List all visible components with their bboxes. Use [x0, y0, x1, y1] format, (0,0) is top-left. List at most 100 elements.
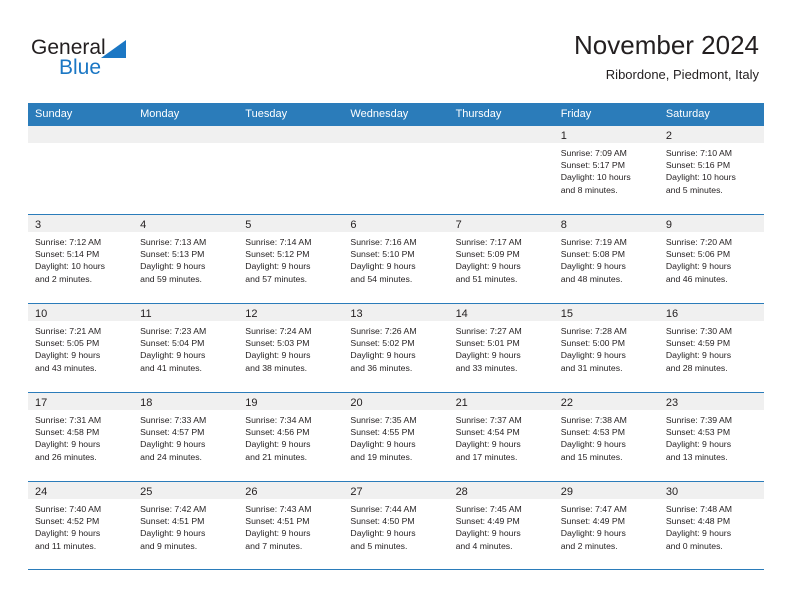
daylight-text: Daylight: 9 hours	[350, 261, 416, 272]
weekday-header-saturday: Saturday	[665, 108, 710, 120]
day-number: 3	[35, 219, 42, 231]
day-details: Sunrise: 7:43 AM Sunset: 4:51 PM Daylight:…	[238, 499, 343, 552]
day-details: Sunrise: 7:26 AM Sunset: 5:02 PM Daylight:…	[343, 321, 448, 374]
day-cell[interactable]: 20 Sunrise: 7:35 AM Sunset: 4:55 PM Dayligh…	[343, 393, 449, 481]
day-cell[interactable]: 30 Sunrise: 7:48 AM Sunset: 4:48 PM Dayligh…	[658, 482, 764, 569]
day-cell[interactable]: 11 Sunrise: 7:23 AM Sunset: 5:04 PM Dayligh…	[133, 304, 239, 392]
sunset-text: Sunset: 4:55 PM	[350, 427, 415, 438]
sunrise-text: Sunrise: 7:26 AM	[350, 326, 417, 336]
day-cell-empty	[343, 126, 449, 214]
day-number: 30	[665, 486, 679, 498]
daylight-text: Daylight: 10 hours	[560, 172, 631, 183]
daylight-text: Daylight: 9 hours	[245, 350, 311, 361]
day-cell[interactable]: 14 Sunrise: 7:27 AM Sunset: 5:01 PM Dayligh…	[448, 304, 554, 392]
sunset-text: Sunset: 4:48 PM	[665, 516, 731, 527]
weekday-header-monday: Monday	[140, 108, 180, 120]
weekday-header-tuesday: Tuesday	[245, 108, 288, 120]
daylight-text: Daylight: 9 hours	[455, 528, 521, 539]
day-cell[interactable]: 25 Sunrise: 7:42 AM Sunset: 4:51 PM Dayligh…	[133, 482, 239, 569]
day-cell[interactable]: 13 Sunrise: 7:26 AM Sunset: 5:02 PM Dayligh…	[343, 304, 449, 392]
day-number-band: 21	[448, 393, 554, 410]
day-number-band: 15	[553, 304, 659, 321]
day-details: Sunrise: 7:31 AM Sunset: 4:58 PM Daylight:…	[28, 410, 133, 463]
day-cell[interactable]: 6 Sunrise: 7:16 AM Sunset: 5:10 PM Daylight…	[343, 215, 449, 303]
daylight-text-cont: and 54 minutes.	[350, 273, 413, 284]
daylight-text-cont: and 15 minutes.	[560, 451, 623, 462]
day-cell[interactable]: 17 Sunrise: 7:31 AM Sunset: 4:58 PM Dayligh…	[28, 393, 134, 481]
sunset-text: Sunset: 4:53 PM	[665, 427, 731, 438]
day-number-band: 13	[343, 304, 449, 321]
day-cell[interactable]: 16 Sunrise: 7:30 AM Sunset: 4:59 PM Dayligh…	[658, 304, 764, 392]
daylight-text: Daylight: 9 hours	[245, 439, 311, 450]
daylight-text-cont: and 28 minutes.	[665, 362, 728, 373]
sunrise-text: Sunrise: 7:40 AM	[35, 504, 102, 514]
day-number-band: 7	[448, 215, 554, 232]
daylight-text: Daylight: 9 hours	[245, 528, 311, 539]
brand-logo[interactable]: General Blue	[31, 36, 181, 82]
day-details: Sunrise: 7:13 AM Sunset: 5:13 PM Daylight:…	[133, 232, 238, 285]
day-number-band	[133, 126, 239, 143]
day-cell[interactable]: 19 Sunrise: 7:34 AM Sunset: 4:56 PM Dayligh…	[238, 393, 344, 481]
day-cell[interactable]: 29 Sunrise: 7:47 AM Sunset: 4:49 PM Dayligh…	[553, 482, 659, 569]
sunset-text: Sunset: 5:12 PM	[245, 249, 310, 260]
day-cell[interactable]: 9 Sunrise: 7:20 AM Sunset: 5:06 PM Daylight…	[658, 215, 764, 303]
day-cell[interactable]: 15 Sunrise: 7:28 AM Sunset: 5:00 PM Dayligh…	[553, 304, 659, 392]
day-cell-empty	[133, 126, 239, 214]
daylight-text-cont: and 2 minutes.	[35, 273, 92, 284]
day-cell[interactable]: 12 Sunrise: 7:24 AM Sunset: 5:03 PM Dayligh…	[238, 304, 344, 392]
daylight-text-cont: and 8 minutes.	[560, 184, 618, 195]
day-number-band: 25	[133, 482, 239, 499]
day-details	[133, 143, 238, 147]
day-number-band: 26	[238, 482, 344, 499]
page-header: General Blue November 2024 Ribordone, Pi…	[0, 0, 792, 103]
day-cell[interactable]: 10 Sunrise: 7:21 AM Sunset: 5:05 PM Dayligh…	[28, 304, 134, 392]
day-cell[interactable]: 5 Sunrise: 7:14 AM Sunset: 5:12 PM Daylight…	[238, 215, 344, 303]
daylight-text-cont: and 4 minutes.	[455, 540, 513, 551]
day-details: Sunrise: 7:48 AM Sunset: 4:48 PM Daylight:…	[659, 499, 764, 552]
day-cell[interactable]: 26 Sunrise: 7:43 AM Sunset: 4:51 PM Dayligh…	[238, 482, 344, 569]
sunset-text: Sunset: 5:16 PM	[665, 160, 731, 171]
day-number-band	[343, 126, 449, 143]
day-cell[interactable]: 3 Sunrise: 7:12 AM Sunset: 5:14 PM Daylight…	[28, 215, 134, 303]
day-cell[interactable]: 7 Sunrise: 7:17 AM Sunset: 5:09 PM Daylight…	[448, 215, 554, 303]
sunrise-text: Sunrise: 7:27 AM	[455, 326, 522, 336]
daylight-text: Daylight: 9 hours	[140, 528, 206, 539]
day-cell[interactable]: 23 Sunrise: 7:39 AM Sunset: 4:53 PM Dayligh…	[658, 393, 764, 481]
day-number-band: 4	[133, 215, 239, 232]
day-cell[interactable]: 22 Sunrise: 7:38 AM Sunset: 4:53 PM Dayligh…	[553, 393, 659, 481]
daylight-text-cont: and 33 minutes.	[455, 362, 518, 373]
sunrise-text: Sunrise: 7:42 AM	[140, 504, 207, 514]
daylight-text: Daylight: 9 hours	[560, 528, 626, 539]
sunrise-text: Sunrise: 7:47 AM	[560, 504, 627, 514]
day-cell[interactable]: 27 Sunrise: 7:44 AM Sunset: 4:50 PM Dayligh…	[343, 482, 449, 569]
sunrise-text: Sunrise: 7:17 AM	[455, 237, 522, 247]
daylight-text: Daylight: 9 hours	[560, 261, 626, 272]
day-number-band	[238, 126, 344, 143]
day-cell[interactable]: 28 Sunrise: 7:45 AM Sunset: 4:49 PM Dayligh…	[448, 482, 554, 569]
day-cell[interactable]: 4 Sunrise: 7:13 AM Sunset: 5:13 PM Daylight…	[133, 215, 239, 303]
weekday-header-wednesday: Wednesday	[350, 108, 409, 120]
sunset-text: Sunset: 5:08 PM	[560, 249, 625, 260]
day-cell[interactable]: 21 Sunrise: 7:37 AM Sunset: 4:54 PM Dayligh…	[448, 393, 554, 481]
sunrise-text: Sunrise: 7:39 AM	[665, 415, 733, 425]
day-number-band: 18	[133, 393, 239, 410]
day-details: Sunrise: 7:37 AM Sunset: 4:54 PM Daylight:…	[449, 410, 554, 463]
sunrise-text: Sunrise: 7:33 AM	[140, 415, 207, 425]
day-cell[interactable]: 8 Sunrise: 7:19 AM Sunset: 5:08 PM Daylight…	[553, 215, 659, 303]
day-cell[interactable]: 24 Sunrise: 7:40 AM Sunset: 4:52 PM Dayligh…	[28, 482, 134, 569]
daylight-text-cont: and 26 minutes.	[35, 451, 97, 462]
day-cell[interactable]: 18 Sunrise: 7:33 AM Sunset: 4:57 PM Dayligh…	[133, 393, 239, 481]
daylight-text: Daylight: 9 hours	[455, 439, 521, 450]
day-details: Sunrise: 7:27 AM Sunset: 5:01 PM Daylight:…	[449, 321, 554, 374]
day-number: 23	[665, 397, 679, 409]
day-details: Sunrise: 7:10 AM Sunset: 5:16 PM Daylight:…	[659, 143, 764, 196]
daylight-text-cont: and 17 minutes.	[455, 451, 518, 462]
daylight-text-cont: and 41 minutes.	[140, 362, 202, 373]
calendar-page: General Blue November 2024 Ribordone, Pi…	[0, 0, 792, 612]
day-cell[interactable]: 2 Sunrise: 7:10 AM Sunset: 5:16 PM Daylight…	[658, 126, 764, 214]
day-cell[interactable]: 1 Sunrise: 7:09 AM Sunset: 5:17 PM Daylight…	[553, 126, 659, 214]
sunrise-text: Sunrise: 7:37 AM	[455, 415, 522, 425]
sunset-text: Sunset: 4:51 PM	[140, 516, 205, 527]
sunset-text: Sunset: 5:02 PM	[350, 338, 415, 349]
day-number-band: 20	[343, 393, 449, 410]
